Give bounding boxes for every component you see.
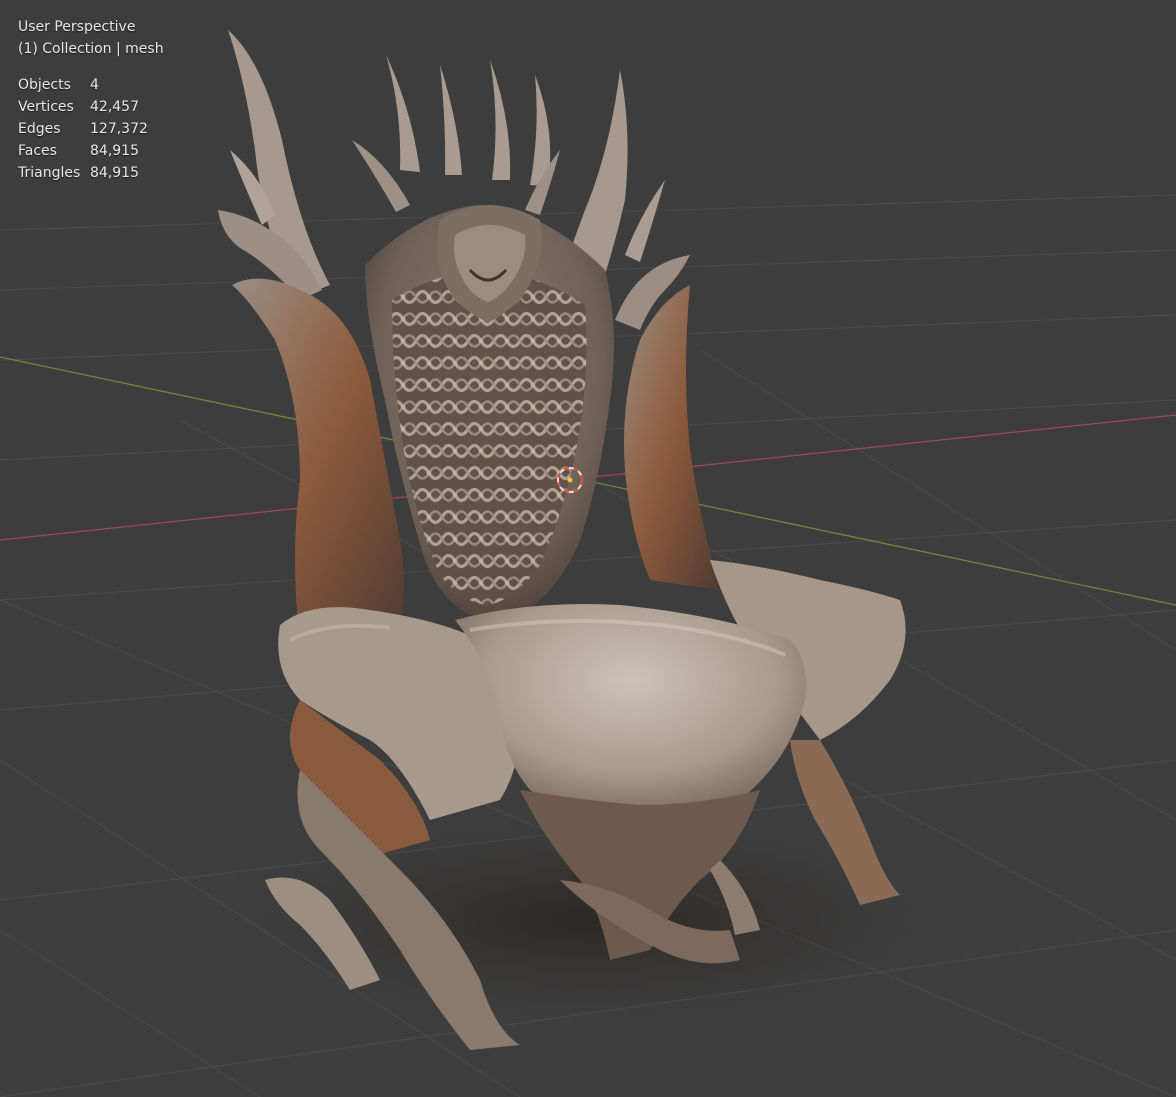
view-name: User Perspective: [18, 19, 136, 35]
viewport-scene[interactable]: [0, 0, 1176, 1097]
collection-label: (1) Collection | mesh: [18, 41, 164, 57]
stat-label: Edges: [18, 121, 61, 137]
throne-mesh[interactable]: [218, 30, 920, 1050]
stat-row-triangles: Triangles 84,915: [18, 162, 164, 184]
stat-label: Faces: [18, 143, 57, 159]
stat-row-edges: Edges 127,372: [18, 118, 164, 140]
viewport-text-info: User Perspective (1) Collection | mesh O…: [18, 16, 164, 184]
stat-value: 42,457: [90, 99, 139, 115]
stat-row-objects: Objects 4: [18, 74, 164, 96]
stat-value: 84,915: [90, 165, 139, 181]
stat-row-vertices: Vertices 42,457: [18, 96, 164, 118]
3d-viewport[interactable]: User Perspective (1) Collection | mesh O…: [0, 0, 1176, 1097]
stat-value: 84,915: [90, 143, 139, 159]
stat-row-faces: Faces 84,915: [18, 140, 164, 162]
stat-value: 4: [90, 77, 99, 93]
stat-label: Vertices: [18, 99, 74, 115]
stat-label: Triangles: [18, 165, 81, 181]
scene-statistics: Objects 4 Vertices 42,457 Edges 127,372 …: [18, 74, 164, 184]
stat-label: Objects: [18, 77, 71, 93]
stat-value: 127,372: [90, 121, 148, 137]
